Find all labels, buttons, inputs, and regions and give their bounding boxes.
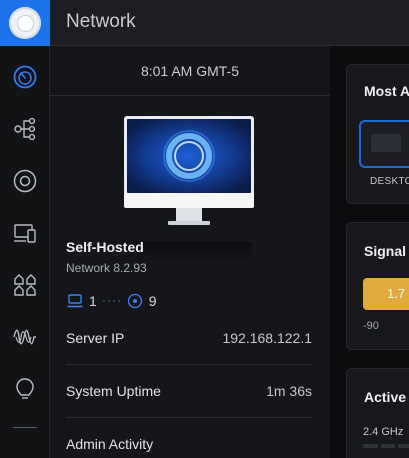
client-name: DESKTO <box>370 176 409 187</box>
alerts-icon <box>16 378 34 399</box>
server-ip-value: 192.168.122.1 <box>222 330 312 346</box>
devices-icon <box>13 169 37 193</box>
dashboard-cards: Most A DESKTO Signal S 1.7 -90 Active C … <box>330 46 409 458</box>
sidebar-item-insights[interactable] <box>12 324 38 350</box>
site-name: Self-Hosted <box>66 239 144 255</box>
app-window: Network 8:01 AM GMT-5 Self-Hosted Networ… <box>0 0 409 458</box>
active-clients-title: Active C <box>364 389 409 405</box>
sidebar-item-ports[interactable] <box>12 272 38 298</box>
local-time: 8:01 AM GMT-5 <box>50 46 330 96</box>
sidebar-item-alerts[interactable] <box>12 376 38 402</box>
insights-icon <box>13 329 36 345</box>
sidebar-item-client-devices[interactable] <box>12 220 38 246</box>
system-uptime-row: System Uptime 1m 36s <box>66 381 312 401</box>
wired-clients-count: 1 <box>89 293 97 309</box>
sidebar-item-dashboard[interactable] <box>12 64 38 90</box>
dashboard-icon <box>13 65 37 89</box>
count-separator <box>102 300 120 302</box>
wireless-clients-count: 9 <box>148 293 157 309</box>
app-logo-button[interactable] <box>0 0 50 46</box>
wired-clients-icon <box>66 292 84 310</box>
sidebar <box>0 46 50 458</box>
band-usage-bars <box>363 444 409 448</box>
system-uptime-label: System Uptime <box>66 383 161 399</box>
most-active-title: Most A <box>364 83 409 99</box>
ports-icon <box>14 274 36 296</box>
logo-icon <box>9 7 41 39</box>
row-divider <box>66 364 312 365</box>
row-divider <box>66 417 312 418</box>
admin-activity-label: Admin Activity <box>66 436 154 452</box>
signal-strength-value: 1.7 <box>387 286 406 301</box>
signal-strength-title: Signal S <box>364 243 409 259</box>
system-uptime-value: 1m 36s <box>266 383 312 399</box>
network-version: Network 8.2.93 <box>66 261 147 275</box>
signal-scale-min: -90 <box>363 320 379 332</box>
admin-activity-row[interactable]: Admin Activity <box>66 434 312 454</box>
top-header: Network <box>0 0 409 46</box>
desktop-icon <box>371 134 401 152</box>
app-title: Network <box>66 11 136 32</box>
site-overview-panel: 8:01 AM GMT-5 Self-Hosted Network 8.2.93… <box>50 46 330 458</box>
band-label: 2.4 GHz <box>363 426 404 438</box>
client-devices-icon <box>14 224 36 243</box>
client-counts: 1 9 <box>66 292 157 310</box>
server-ip-row: Server IP 192.168.122.1 <box>66 328 312 348</box>
topology-icon <box>14 117 36 141</box>
wireless-clients-icon <box>126 292 144 310</box>
sidebar-item-topology[interactable] <box>12 116 38 142</box>
sidebar-divider <box>13 427 37 428</box>
client-tile[interactable] <box>359 120 409 168</box>
server-ip-label: Server IP <box>66 330 125 346</box>
sidebar-item-devices[interactable] <box>12 168 38 194</box>
